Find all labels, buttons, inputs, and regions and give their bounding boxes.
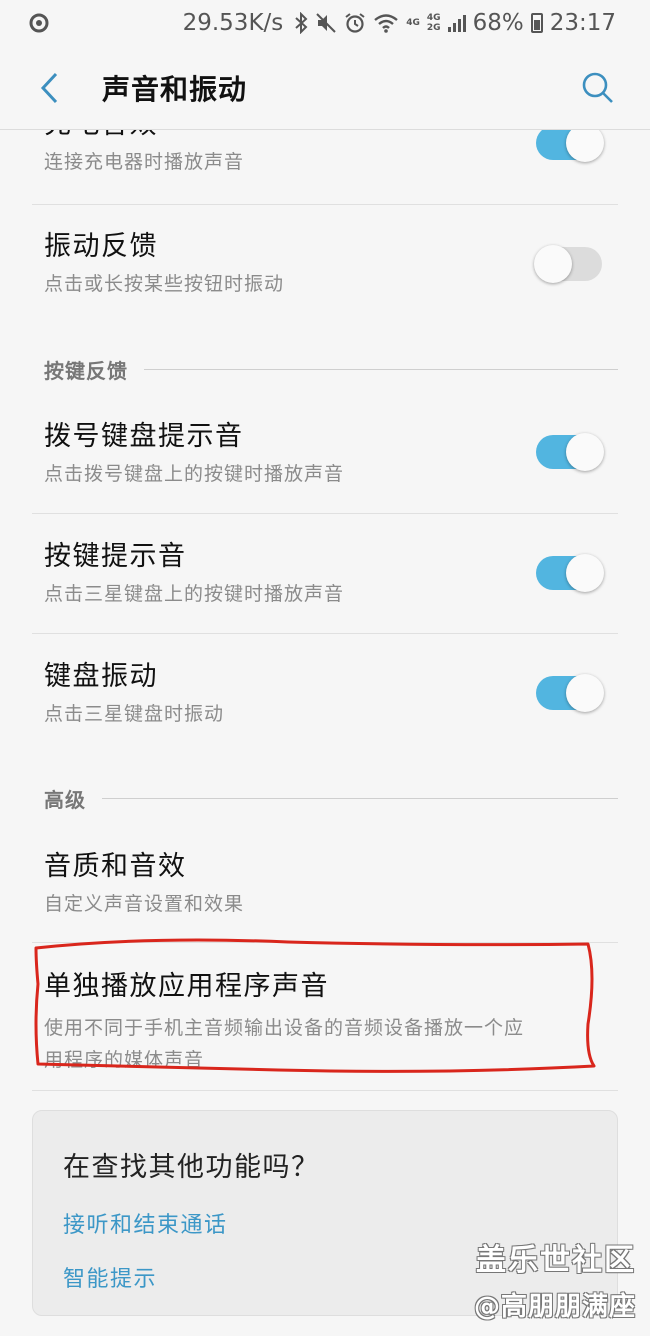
setting-title: 拨号键盘提示音 (44, 421, 244, 452)
alarm-icon (345, 13, 365, 33)
setting-keyboard-vibration[interactable]: 键盘振动 点击三星键盘时振动 (32, 660, 618, 756)
divider (32, 633, 618, 634)
signal-icon (447, 14, 466, 32)
settings-list[interactable]: 充电音效 连接充电器时播放声音 振动反馈 点击或长按某些按钮时振动 按键反馈 拨… (0, 130, 650, 1336)
app-bar: 声音和振动 (0, 46, 650, 130)
battery-icon (530, 13, 543, 33)
setting-key-tone[interactable]: 按键提示音 点击三星键盘上的按键时播放声音 (32, 540, 618, 636)
link-smart-alerts[interactable]: 智能提示 (63, 1261, 157, 1293)
setting-title: 键盘振动 (44, 661, 158, 692)
vibration-feedback-toggle[interactable] (534, 245, 602, 283)
setting-dialpad-tone[interactable]: 拨号键盘提示音 点击拨号键盘上的按键时播放声音 (32, 420, 618, 516)
network-speed: 29.53K/s (182, 10, 284, 36)
setting-charging-sound[interactable]: 充电音效 连接充电器时播放声音 (32, 130, 618, 204)
sim1-network-type: 4G (406, 18, 420, 28)
section-header-advanced: 高级 (44, 784, 618, 813)
setting-subtitle: 点击或长按某些按钮时振动 (44, 273, 285, 295)
setting-subtitle: 点击三星键盘上的按键时播放声音 (44, 583, 345, 605)
search-icon (582, 72, 613, 103)
charging-sound-toggle[interactable] (536, 130, 604, 162)
link-answer-end-calls[interactable]: 接听和结束通话 (63, 1207, 228, 1239)
battery-percent: 68% (472, 10, 524, 36)
key-tone-toggle[interactable] (536, 554, 604, 592)
setting-title: 振动反馈 (44, 231, 158, 262)
setting-subtitle: 点击拨号键盘上的按键时播放声音 (44, 463, 345, 485)
divider (32, 204, 618, 205)
card-title: 在查找其他功能吗？ (63, 1152, 320, 1183)
wifi-icon (374, 14, 399, 33)
status-bar: 29.53K/s 4G 4G 2G 68% 23:17 (0, 0, 650, 46)
back-arrow-icon (40, 72, 58, 104)
divider (32, 1090, 618, 1091)
setting-title: 按键提示音 (44, 541, 187, 572)
watermark-logo: 盖乐世社区 (476, 1243, 636, 1278)
app-notification-icon (29, 13, 49, 33)
keyboard-vibration-toggle[interactable] (536, 674, 604, 712)
setting-vibration-feedback[interactable]: 振动反馈 点击或长按某些按钮时振动 (32, 230, 618, 326)
setting-subtitle: 自定义声音设置和效果 (44, 893, 245, 915)
divider (32, 513, 618, 514)
setting-sound-quality[interactable]: 音质和音效 自定义声音设置和效果 (32, 850, 618, 946)
page-title: 声音和振动 (102, 73, 248, 106)
section-header-key-feedback: 按键反馈 (44, 355, 618, 384)
dialpad-tone-toggle[interactable] (536, 433, 604, 471)
setting-subtitle: 点击三星键盘时振动 (44, 703, 225, 725)
divider (32, 942, 618, 943)
setting-title: 单独播放应用程序声音 (44, 971, 329, 1002)
bluetooth-icon (295, 12, 308, 34)
setting-subtitle: 使用不同于手机主音频输出设备的音频设备播放一个应 用程序的媒体声音 (44, 1017, 525, 1071)
setting-separate-app-sound[interactable]: 单独播放应用程序声音 使用不同于手机主音频输出设备的音频设备播放一个应 用程序的… (32, 970, 618, 1090)
mute-icon (316, 13, 336, 33)
search-button[interactable] (568, 58, 628, 118)
clock: 23:17 (549, 10, 616, 36)
setting-subtitle: 连接充电器时播放声音 (44, 151, 245, 173)
setting-title: 音质和音效 (44, 851, 187, 882)
watermark-author: @高朋朋满座 (473, 1292, 636, 1322)
back-button[interactable] (20, 58, 80, 118)
setting-title: 充电音效 (44, 130, 244, 142)
sim2-network-type: 4G 2G (426, 13, 441, 33)
